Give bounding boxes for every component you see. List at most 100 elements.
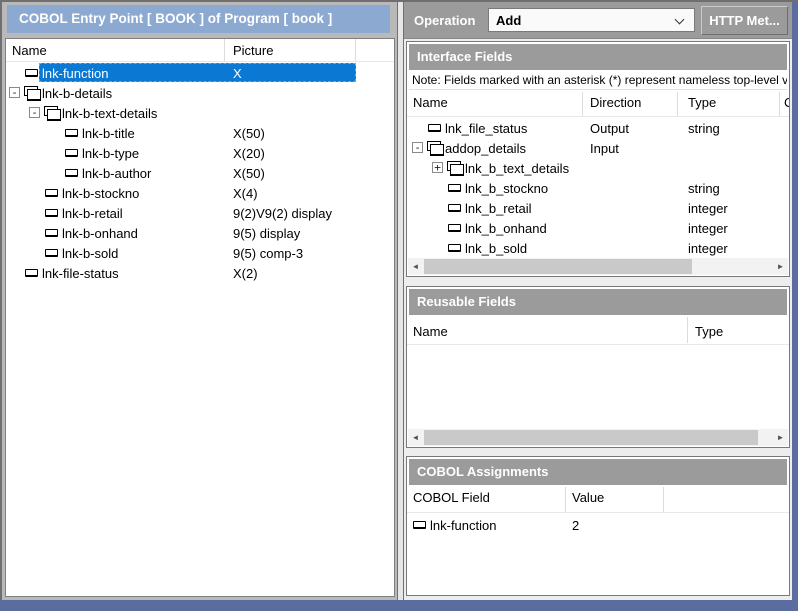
scroll-left-icon[interactable]: ◄ [408,258,423,275]
field-name: lnk-b-sold [62,246,118,261]
field-name: lnk_b_text_details [465,161,569,176]
column-header-value: Value [572,490,604,505]
field-picture: X [233,66,242,81]
field-name: lnk-b-author [82,166,151,181]
tree-row-lnk-b-onhand[interactable]: lnk_b_onhand integer [407,218,789,238]
field-icon [65,129,78,137]
column-header-name: Name [413,324,448,339]
tree-row-lnk-file-status[interactable]: lnk_file_status Output string [407,118,789,138]
field-icon [413,521,426,529]
field-name: addop_details [445,141,526,156]
column-divider [565,487,566,513]
field-icon [448,224,461,232]
mapping-panel: Operation Add HTTP Met... Interface Fiel… [403,2,792,600]
field-name: lnk-b-type [82,146,139,161]
assignment-field: lnk-function [430,518,496,533]
http-method-button[interactable]: HTTP Met... [701,6,788,35]
collapse-icon[interactable] [29,107,40,118]
tree-row-lnk-b-stockno[interactable]: lnk_b_stockno string [407,178,789,198]
column-header-type: Type [688,95,716,110]
operation-select[interactable]: Add [488,8,695,32]
field-picture: X(50) [233,166,265,181]
group-icon [44,106,60,119]
scroll-left-icon[interactable]: ◄ [408,429,423,446]
tree-row-lnk-b-stockno[interactable]: lnk-b-stockno X(4) [6,183,394,203]
field-name: lnk-b-text-details [62,106,157,121]
scrollbar-thumb[interactable] [424,430,758,445]
field-icon [45,249,58,257]
field-name: lnk-b-stockno [62,186,139,201]
assignment-row-lnk-function[interactable]: lnk-function 2 [407,515,789,535]
horizontal-scrollbar[interactable]: ◄ ► [408,429,788,446]
field-type: integer [688,201,728,216]
field-picture: X(4) [233,186,258,201]
panel-title: COBOL Entry Point [ BOOK ] of Program [ … [7,5,390,33]
column-divider [779,92,780,116]
horizontal-scrollbar[interactable]: ◄ ► [408,258,788,275]
scroll-right-icon[interactable]: ► [773,258,788,275]
tree-row-lnk-b-sold[interactable]: lnk-b-sold 9(5) comp-3 [6,243,394,263]
interface-fields-header: Interface Fields [409,44,787,70]
field-icon [45,229,58,237]
field-picture: 9(2)V9(2) display [233,206,332,221]
field-direction: Input [590,141,619,156]
window-content: COBOL Entry Point [ BOOK ] of Program [ … [2,2,792,600]
tree-row-lnk-b-author[interactable]: lnk-b-author X(50) [6,163,394,183]
tree-row-lnk-b-retail[interactable]: lnk_b_retail integer [407,198,789,218]
group-icon [24,86,40,99]
collapse-icon[interactable] [9,87,20,98]
group-icon [447,161,463,174]
header-divider [407,116,789,117]
column-divider [582,92,583,116]
field-icon [25,269,38,277]
tree-row-lnk-b-text-details[interactable]: lnk_b_text_details [407,158,789,178]
column-header-name: Name [12,43,47,58]
tree-row-lnk-b-type[interactable]: lnk-b-type X(20) [6,143,394,163]
field-name: lnk-b-details [42,86,112,101]
field-icon [65,149,78,157]
field-type: string [688,181,720,196]
field-icon [428,124,441,132]
tree-row-lnk-b-sold[interactable]: lnk_b_sold integer [407,238,789,258]
tree-row-lnk-b-title[interactable]: lnk-b-title X(50) [6,123,394,143]
column-divider [663,487,664,513]
scroll-right-icon[interactable]: ► [773,429,788,446]
field-direction: Output [590,121,629,136]
column-header-type: Type [695,324,723,339]
column-header-direction: Direction [590,95,641,110]
tree-row-lnk-file-status[interactable]: lnk-file-status X(2) [6,263,394,283]
chevron-down-icon [675,15,685,25]
tree-row-addop-details[interactable]: addop_details Input [407,138,789,158]
field-name: lnk-b-retail [62,206,123,221]
tree-row-lnk-b-retail[interactable]: lnk-b-retail 9(2)V9(2) display [6,203,394,223]
collapse-icon[interactable] [412,142,423,153]
tree-row-lnk-b-text-details[interactable]: lnk-b-text-details [6,103,394,123]
field-name: lnk_b_stockno [465,181,548,196]
field-picture: X(20) [233,146,265,161]
field-name: lnk_b_sold [465,241,527,256]
field-name: lnk-file-status [42,266,119,281]
field-type: integer [688,241,728,256]
tree-row-lnk-function[interactable]: lnk-function X [6,63,394,83]
operation-label: Operation [414,2,475,39]
cobol-structure-tree: Name Picture lnk-function X lnk-b-detail… [5,38,395,597]
field-picture: X(2) [233,266,258,281]
interface-fields-note: Note: Fields marked with an asterisk (*)… [409,70,787,90]
tree-row-lnk-b-onhand[interactable]: lnk-b-onhand 9(5) display [6,223,394,243]
field-name: lnk-b-title [82,126,135,141]
assignment-value: 2 [572,518,579,533]
scrollbar-thumb[interactable] [424,259,692,274]
column-divider [224,39,225,61]
field-icon [45,209,58,217]
field-name: lnk_b_onhand [465,221,547,236]
field-icon [65,169,78,177]
field-type: integer [688,221,728,236]
expand-icon[interactable] [432,162,443,173]
field-name: lnk-function [42,66,108,81]
reusable-fields-section: Reusable Fields Name Type ◄ ► [406,286,790,448]
tree-row-lnk-b-details[interactable]: lnk-b-details [6,83,394,103]
column-header-truncated: C [784,95,789,110]
field-name: lnk_file_status [445,121,527,136]
column-header-cobol-field: COBOL Field [413,490,490,505]
column-header-picture: Picture [233,43,273,58]
